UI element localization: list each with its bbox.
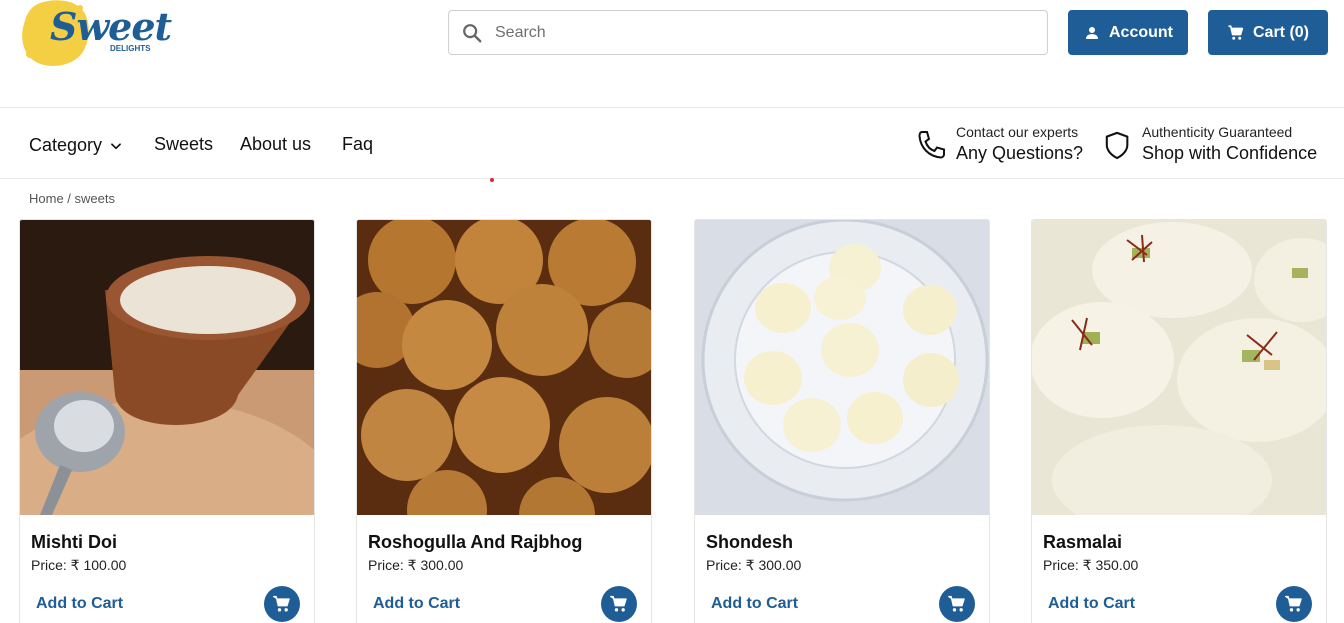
product-image-rasmalai[interactable] [1032,220,1327,515]
main-nav: Category Sweets About us Faq Contact our… [0,108,1344,182]
nav-sweets[interactable]: Sweets [154,134,213,155]
product-name[interactable]: Roshogulla And Rajbhog [368,532,582,553]
shield-icon [1105,131,1129,159]
phone-icon [918,130,945,159]
product-card[interactable]: Rasmalai Price: ₹ 350.00 Add to Cart [1031,219,1327,623]
product-card[interactable]: Shondesh Price: ₹ 300.00 Add to Cart [694,219,990,623]
add-to-cart-button[interactable] [601,586,637,622]
account-button[interactable]: Account [1068,10,1188,55]
add-to-cart-button[interactable] [939,586,975,622]
search-icon [463,24,482,43]
authenticity-guarantee: Authenticity Guaranteed Shop with Confid… [1104,124,1317,165]
product-name[interactable]: Mishti Doi [31,532,117,553]
contact-big-text: Any Questions? [956,143,1084,163]
nav-category-label: Category [29,135,103,155]
red-dot-marker [490,178,494,182]
product-price: Price: ₹ 300.00 [368,557,464,573]
account-label: Account [1109,23,1173,41]
nav-faq-label: Faq [342,134,374,154]
search-input[interactable] [495,11,1035,54]
nav-category[interactable]: Category [29,135,123,156]
contact-experts[interactable]: Contact our experts Any Questions? [916,124,1083,165]
product-price: Price: ₹ 300.00 [706,557,802,573]
cart-button[interactable]: Cart (0) [1208,10,1328,55]
product-image-mishti-doi[interactable] [20,220,315,515]
nav-sweets-label: Sweets [154,134,214,154]
add-to-cart-button[interactable] [1276,586,1312,622]
add-to-cart-link[interactable]: Add to Cart [1048,595,1135,613]
nav-about-label: About us [240,134,312,154]
contact-small-text: Contact our experts [956,124,1079,140]
product-card[interactable]: Roshogulla And Rajbhog Price: ₹ 300.00 A… [356,219,652,623]
product-name[interactable]: Shondesh [706,532,793,553]
search-box[interactable] [448,10,1048,55]
add-to-cart-link[interactable]: Add to Cart [36,595,123,613]
chevron-down-icon [111,142,121,149]
cart-icon [1228,24,1244,40]
product-image-roshogulla[interactable] [357,220,652,515]
product-image-shondesh[interactable] [695,220,990,515]
add-to-cart-link[interactable]: Add to Cart [373,595,460,613]
nav-about-us[interactable]: About us [240,134,311,155]
person-icon [1086,26,1098,39]
product-name[interactable]: Rasmalai [1043,532,1122,553]
auth-small-text: Authenticity Guaranteed [1142,124,1293,140]
logo[interactable]: Sweet DELIGHTS [18,0,172,70]
auth-big-text: Shop with Confidence [1142,143,1318,163]
cart-icon [273,595,290,612]
nav-faq[interactable]: Faq [342,134,373,155]
product-price: Price: ₹ 350.00 [1043,557,1139,573]
cart-icon [610,595,627,612]
cart-icon [948,595,965,612]
site-header: Sweet DELIGHTS Account Cart (0) [0,0,1344,108]
add-to-cart-link[interactable]: Add to Cart [711,595,798,613]
product-card[interactable]: Mishti Doi Price: ₹ 100.00 Add to Cart [19,219,315,623]
breadcrumb[interactable]: Home / sweets [29,191,115,206]
cart-icon [1285,595,1302,612]
logo-text: Sweet [50,4,172,49]
add-to-cart-button[interactable] [264,586,300,622]
product-price: Price: ₹ 100.00 [31,557,127,573]
cart-label: Cart (0) [1252,23,1309,41]
logo-subtext: DELIGHTS [110,44,151,53]
